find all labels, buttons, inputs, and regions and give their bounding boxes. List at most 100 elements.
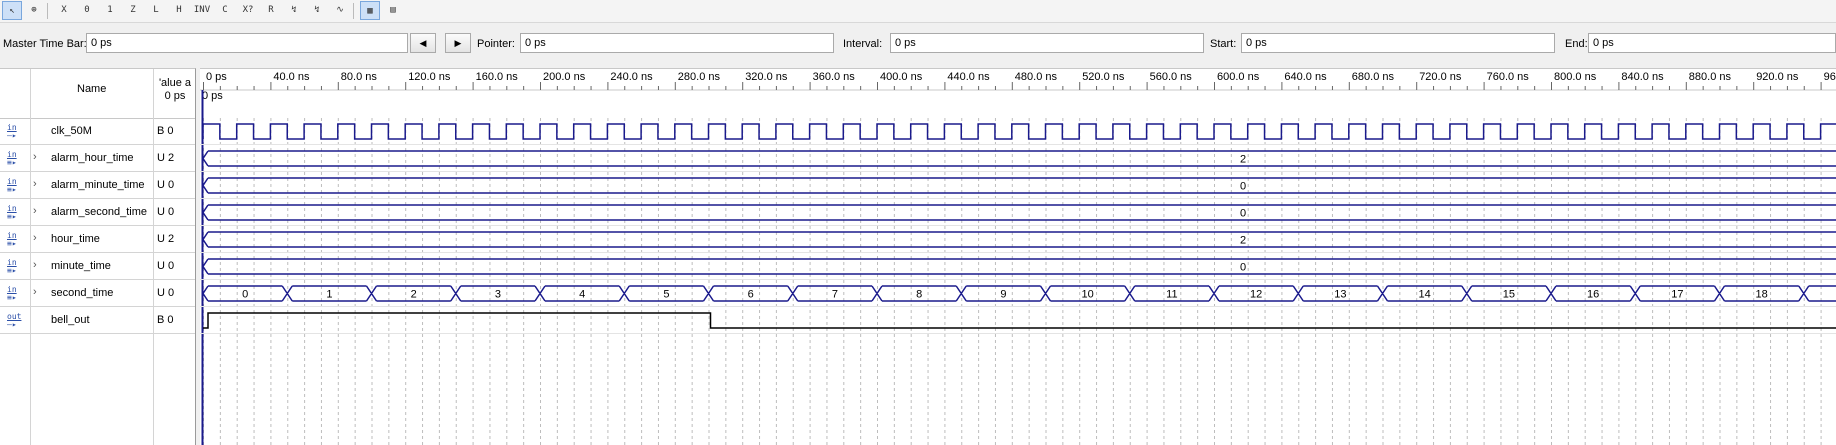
ruler-tick-label: 680.0 ns — [1352, 71, 1395, 83]
ruler-tick-label: 240.0 ns — [610, 71, 653, 83]
arbitrary-value-icon[interactable]: X? — [238, 1, 258, 20]
force-high-impedance-icon[interactable]: Z — [123, 1, 143, 20]
bus-waveform — [202, 231, 1836, 248]
bus-value-label: 8 — [916, 289, 922, 301]
signal-name: minute_time — [51, 260, 111, 272]
start-field[interactable]: 0 ps — [1241, 33, 1555, 53]
bus-value-label: 7 — [832, 289, 838, 301]
master-time-bar-field[interactable]: 0 ps — [86, 33, 408, 53]
bus-value-label: 17 — [1671, 289, 1683, 301]
pointer-field[interactable]: 0 ps — [520, 33, 834, 53]
interval-field[interactable]: 0 ps — [890, 33, 1204, 53]
signal-name: alarm_minute_time — [51, 179, 145, 191]
expand-chevron-icon[interactable]: › — [33, 178, 37, 190]
signal-row[interactable]: in ≡▸ › minute_time U 0 — [0, 253, 195, 280]
waveform-edit-icon[interactable]: ∿ — [330, 1, 350, 20]
bus-value-label: 2 — [1240, 154, 1246, 166]
signal-value: B 0 — [157, 314, 174, 326]
value-header-time: 0 ps — [164, 90, 186, 102]
random-value-icon[interactable]: R — [261, 1, 281, 20]
signal-row[interactable]: in ≡▸ › alarm_hour_time U 2 — [0, 145, 195, 172]
ruler-tick-label: 40.0 ns — [273, 71, 310, 83]
input-bus-icon: in ≡▸ — [7, 177, 17, 194]
expand-chevron-icon[interactable]: › — [33, 259, 37, 271]
input-bus-icon: in ≡▸ — [7, 204, 17, 221]
output-pin-icon: out —▸ — [7, 312, 22, 329]
ruler-tick-label: 880.0 ns — [1689, 71, 1732, 83]
signal-name: alarm_second_time — [51, 206, 147, 218]
waveform-panel: 0 ps 40.0 ns 80.0 ns 120.0 ns 160.0 ns 200.0 … — [200, 68, 1836, 445]
ruler-tick-label: 280.0 ns — [678, 71, 721, 83]
signal-row[interactable]: in ≡▸ › second_time U 0 — [0, 280, 195, 307]
signal-row[interactable]: in ≡▸ › alarm_second_time U 0 — [0, 199, 195, 226]
previous-transition-button[interactable]: ◀ — [410, 33, 436, 53]
signal-row[interactable]: out —▸ bell_out B 0 — [0, 307, 195, 334]
ruler-tick-label: 480.0 ns — [1015, 71, 1058, 83]
expand-chevron-icon[interactable]: › — [33, 232, 37, 244]
bus-value-label: 6 — [748, 289, 754, 301]
ruler-tick-label: 120.0 ns — [408, 71, 451, 83]
name-column-header[interactable]: Name — [77, 83, 106, 95]
signal-value: U 0 — [157, 206, 175, 218]
signal-name: alarm_hour_time — [51, 152, 134, 164]
end-label: End: — [1565, 38, 1588, 50]
bus-value-label: 2 — [411, 289, 417, 301]
time-bar: Master Time Bar: 0 ps ◀ ▶ Pointer: 0 ps … — [0, 31, 1836, 57]
ruler-tick-label: 720.0 ns — [1419, 71, 1462, 83]
selection-tool-icon[interactable]: ↖ — [2, 1, 22, 20]
input-pin-icon: in —▸ — [7, 123, 17, 140]
bus-value-label: 5 — [663, 289, 669, 301]
ruler-tick-label: 800.0 ns — [1554, 71, 1597, 83]
toolbar-separator — [47, 3, 48, 19]
ruler-tick-label: 640.0 ns — [1284, 71, 1327, 83]
force-low-icon[interactable]: 0 — [77, 1, 97, 20]
signal-value: B 0 — [157, 125, 174, 137]
snap-to-transition-icon[interactable]: ↯ — [284, 1, 304, 20]
waveform-canvas[interactable]: 0 ps 40.0 ns 80.0 ns 120.0 ns 160.0 ns 200.0 … — [200, 69, 1836, 445]
ruler-tick-label: 80.0 ns — [341, 71, 378, 83]
signal-list-panel: Name 'alue a 0 ps in —▸ clk_50M B 0 in ≡▸ › ala… — [0, 68, 196, 445]
zoom-tool-icon[interactable]: ⊕ — [24, 1, 44, 20]
force-high-icon[interactable]: 1 — [100, 1, 120, 20]
force-unknown-icon[interactable]: X — [54, 1, 74, 20]
signal-row[interactable]: in ≡▸ › alarm_minute_time U 0 — [0, 172, 195, 199]
bus-value-label: 0 — [1240, 208, 1246, 220]
signal-value: U 0 — [157, 179, 175, 191]
count-value-icon[interactable]: C — [215, 1, 235, 20]
ruler-tick-label: 560.0 ns — [1150, 71, 1193, 83]
signal-row[interactable]: in ≡▸ › hour_time U 2 — [0, 226, 195, 253]
bus-waveform — [202, 177, 1836, 194]
signal-name: bell_out — [51, 314, 90, 326]
expand-chevron-icon[interactable]: › — [33, 151, 37, 163]
bell-out-waveform — [203, 312, 1836, 329]
grid-view-icon[interactable]: ▦ — [360, 1, 380, 20]
bus-value-label: 9 — [1000, 289, 1006, 301]
bus-value-label: 0 — [242, 289, 248, 301]
ruler-tick-label: 320.0 ns — [745, 71, 788, 83]
force-weak-low-icon[interactable]: L — [146, 1, 166, 20]
group-view-icon[interactable]: ▤ — [383, 1, 403, 20]
force-weak-high-icon[interactable]: H — [169, 1, 189, 20]
bus-waveform — [202, 204, 1836, 221]
signal-name: clk_50M — [51, 125, 92, 137]
bus-value-label: 16 — [1587, 289, 1599, 301]
invert-icon[interactable]: INV — [192, 1, 212, 20]
waveform-toolbar: ↖ ⊕ X 0 1 Z L H INV C X? R ↯ ↯ ∿ ▦ ▤ — [0, 0, 1836, 23]
bus-value-label: 1 — [326, 289, 332, 301]
bus-value-label: 10 — [1082, 289, 1094, 301]
signal-row[interactable]: in —▸ clk_50M B 0 — [0, 118, 195, 145]
next-transition-button[interactable]: ▶ — [445, 33, 471, 53]
input-bus-icon: in ≡▸ — [7, 258, 17, 275]
expand-chevron-icon[interactable]: › — [33, 286, 37, 298]
bus-waveform — [202, 150, 1836, 167]
ruler-tick-label: 920.0 ns — [1756, 71, 1799, 83]
toolbar-separator — [353, 3, 354, 19]
end-field[interactable]: 0 ps — [1588, 33, 1836, 53]
pointer-label: Pointer: — [477, 38, 515, 50]
ruler-tick-label: 360.0 ns — [813, 71, 856, 83]
expand-chevron-icon[interactable]: › — [33, 205, 37, 217]
snap-to-grid-icon[interactable]: ↯ — [307, 1, 327, 20]
value-column-header[interactable]: 'alue a 0 ps — [155, 77, 195, 103]
ruler-tick-label: 0 ps — [206, 71, 227, 83]
bus-value-label: 15 — [1503, 289, 1515, 301]
